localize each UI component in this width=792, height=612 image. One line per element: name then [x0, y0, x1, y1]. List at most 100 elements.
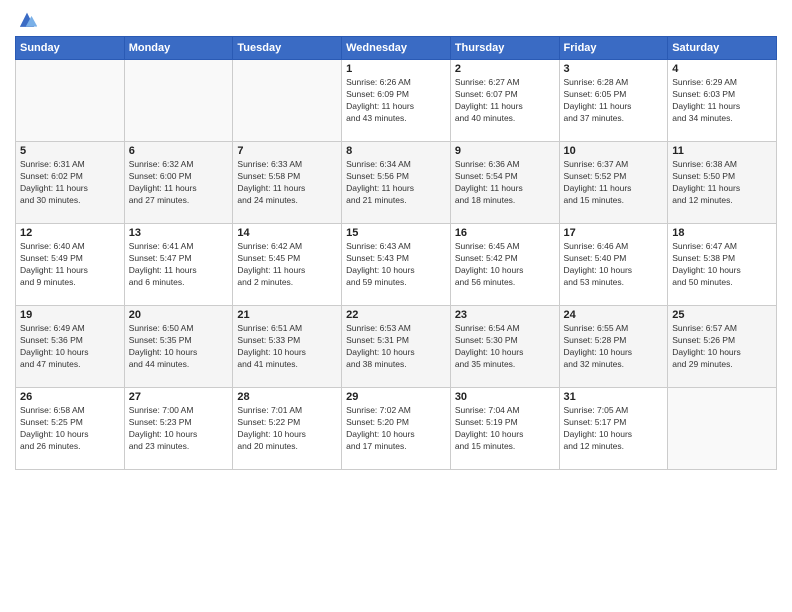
calendar-cell: 20Sunrise: 6:50 AM Sunset: 5:35 PM Dayli… [124, 306, 233, 388]
calendar-cell [16, 60, 125, 142]
day-info: Sunrise: 6:49 AM Sunset: 5:36 PM Dayligh… [20, 323, 120, 371]
calendar-cell: 8 Sunrise: 6:34 AM Sunset: 5:56 PM Daylig… [342, 142, 451, 224]
weekday-header-row: SundayMondayTuesdayWednesdayThursdayFrid… [16, 37, 777, 60]
day-number: 16 [455, 227, 555, 239]
day-number: 8 [346, 145, 446, 157]
day-info: Sunrise: 6:31 AM Sunset: 6:02 PM Dayligh… [20, 159, 120, 207]
calendar-cell: 23Sunrise: 6:54 AM Sunset: 5:30 PM Dayli… [450, 306, 559, 388]
logo-icon [17, 10, 37, 30]
day-info: Sunrise: 6:36 AM Sunset: 5:54 PM Dayligh… [455, 159, 555, 207]
day-info: Sunrise: 7:05 AM Sunset: 5:17 PM Dayligh… [564, 405, 664, 453]
logo [15, 10, 37, 30]
day-info: Sunrise: 6:58 AM Sunset: 5:25 PM Dayligh… [20, 405, 120, 453]
day-number: 27 [129, 391, 229, 403]
calendar-cell: 4 Sunrise: 6:29 AM Sunset: 6:03 PM Daylig… [668, 60, 777, 142]
calendar-cell: 19Sunrise: 6:49 AM Sunset: 5:36 PM Dayli… [16, 306, 125, 388]
weekday-header-wednesday: Wednesday [342, 37, 451, 60]
day-info: Sunrise: 6:27 AM Sunset: 6:07 PM Dayligh… [455, 77, 555, 125]
day-info: Sunrise: 6:26 AM Sunset: 6:09 PM Dayligh… [346, 77, 446, 125]
calendar-cell: 26 Sunrise: 6:58 AM Sunset: 5:25 PM Dayli… [16, 388, 125, 470]
day-number: 4 [672, 63, 772, 75]
calendar-cell: 10 Sunrise: 6:37 AM Sunset: 5:52 PM Dayli… [559, 142, 668, 224]
calendar-table: SundayMondayTuesdayWednesdayThursdayFrid… [15, 36, 777, 470]
day-info: Sunrise: 6:53 AM Sunset: 5:31 PM Dayligh… [346, 323, 446, 371]
weekday-header-friday: Friday [559, 37, 668, 60]
day-info: Sunrise: 6:29 AM Sunset: 6:03 PM Dayligh… [672, 77, 772, 125]
calendar-cell: 2 Sunrise: 6:27 AM Sunset: 6:07 PM Daylig… [450, 60, 559, 142]
day-info: Sunrise: 6:40 AM Sunset: 5:49 PM Dayligh… [20, 241, 120, 289]
calendar-cell: 17 Sunrise: 6:46 AM Sunset: 5:40 PM Dayli… [559, 224, 668, 306]
day-number: 26 [20, 391, 120, 403]
calendar-cell: 21 Sunrise: 6:51 AM Sunset: 5:33 PM Dayli… [233, 306, 342, 388]
day-number: 6 [129, 145, 229, 157]
calendar-cell: 9 Sunrise: 6:36 AM Sunset: 5:54 PM Daylig… [450, 142, 559, 224]
day-number: 29 [346, 391, 446, 403]
day-number: 12 [20, 227, 120, 239]
calendar-cell: 29 Sunrise: 7:02 AM Sunset: 5:20 PM Dayli… [342, 388, 451, 470]
day-number: 2 [455, 63, 555, 75]
day-number: 3 [564, 63, 664, 75]
day-info: Sunrise: 6:54 AM Sunset: 5:30 PM Dayligh… [455, 323, 555, 371]
day-number: 11 [672, 145, 772, 157]
day-info: Sunrise: 6:51 AM Sunset: 5:33 PM Dayligh… [237, 323, 337, 371]
day-number: 17 [564, 227, 664, 239]
day-number: 13 [129, 227, 229, 239]
day-info: Sunrise: 7:04 AM Sunset: 5:19 PM Dayligh… [455, 405, 555, 453]
calendar-cell [124, 60, 233, 142]
day-number: 28 [237, 391, 337, 403]
day-info: Sunrise: 6:28 AM Sunset: 6:05 PM Dayligh… [564, 77, 664, 125]
weekday-header-saturday: Saturday [668, 37, 777, 60]
day-number: 9 [455, 145, 555, 157]
day-number: 7 [237, 145, 337, 157]
calendar-week-row: 5 Sunrise: 6:31 AM Sunset: 6:02 PM Daylig… [16, 142, 777, 224]
day-info: Sunrise: 6:32 AM Sunset: 6:00 PM Dayligh… [129, 159, 229, 207]
day-info: Sunrise: 6:55 AM Sunset: 5:28 PM Dayligh… [564, 323, 664, 371]
calendar-cell: 31 Sunrise: 7:05 AM Sunset: 5:17 PM Dayli… [559, 388, 668, 470]
page-header [15, 10, 777, 30]
day-info: Sunrise: 6:45 AM Sunset: 5:42 PM Dayligh… [455, 241, 555, 289]
calendar-cell: 6 Sunrise: 6:32 AM Sunset: 6:00 PM Daylig… [124, 142, 233, 224]
calendar-cell: 30 Sunrise: 7:04 AM Sunset: 5:19 PM Dayli… [450, 388, 559, 470]
calendar-cell: 28 Sunrise: 7:01 AM Sunset: 5:22 PM Dayli… [233, 388, 342, 470]
day-info: Sunrise: 7:02 AM Sunset: 5:20 PM Dayligh… [346, 405, 446, 453]
calendar-cell: 13Sunrise: 6:41 AM Sunset: 5:47 PM Dayli… [124, 224, 233, 306]
calendar-week-row: 26 Sunrise: 6:58 AM Sunset: 5:25 PM Dayli… [16, 388, 777, 470]
day-number: 1 [346, 63, 446, 75]
calendar-cell: 25 Sunrise: 6:57 AM Sunset: 5:26 PM Dayli… [668, 306, 777, 388]
day-info: Sunrise: 6:34 AM Sunset: 5:56 PM Dayligh… [346, 159, 446, 207]
day-info: Sunrise: 7:00 AM Sunset: 5:23 PM Dayligh… [129, 405, 229, 453]
calendar-cell [233, 60, 342, 142]
weekday-header-thursday: Thursday [450, 37, 559, 60]
calendar-cell: 14Sunrise: 6:42 AM Sunset: 5:45 PM Dayli… [233, 224, 342, 306]
day-info: Sunrise: 6:38 AM Sunset: 5:50 PM Dayligh… [672, 159, 772, 207]
weekday-header-tuesday: Tuesday [233, 37, 342, 60]
day-info: Sunrise: 6:46 AM Sunset: 5:40 PM Dayligh… [564, 241, 664, 289]
day-number: 10 [564, 145, 664, 157]
calendar-cell: 3 Sunrise: 6:28 AM Sunset: 6:05 PM Daylig… [559, 60, 668, 142]
day-info: Sunrise: 7:01 AM Sunset: 5:22 PM Dayligh… [237, 405, 337, 453]
day-number: 5 [20, 145, 120, 157]
calendar-week-row: 19Sunrise: 6:49 AM Sunset: 5:36 PM Dayli… [16, 306, 777, 388]
calendar-cell: 18Sunrise: 6:47 AM Sunset: 5:38 PM Dayli… [668, 224, 777, 306]
calendar-cell: 5 Sunrise: 6:31 AM Sunset: 6:02 PM Daylig… [16, 142, 125, 224]
day-number: 25 [672, 309, 772, 321]
day-number: 31 [564, 391, 664, 403]
day-info: Sunrise: 6:33 AM Sunset: 5:58 PM Dayligh… [237, 159, 337, 207]
day-number: 18 [672, 227, 772, 239]
calendar-cell: 24 Sunrise: 6:55 AM Sunset: 5:28 PM Dayli… [559, 306, 668, 388]
calendar-week-row: 1 Sunrise: 6:26 AM Sunset: 6:09 PM Daylig… [16, 60, 777, 142]
calendar-cell: 1 Sunrise: 6:26 AM Sunset: 6:09 PM Daylig… [342, 60, 451, 142]
day-number: 21 [237, 309, 337, 321]
calendar-cell: 7 Sunrise: 6:33 AM Sunset: 5:58 PM Daylig… [233, 142, 342, 224]
day-number: 15 [346, 227, 446, 239]
page-container: SundayMondayTuesdayWednesdayThursdayFrid… [0, 0, 792, 475]
day-info: Sunrise: 6:37 AM Sunset: 5:52 PM Dayligh… [564, 159, 664, 207]
day-info: Sunrise: 6:57 AM Sunset: 5:26 PM Dayligh… [672, 323, 772, 371]
day-number: 30 [455, 391, 555, 403]
day-number: 14 [237, 227, 337, 239]
calendar-cell: 22Sunrise: 6:53 AM Sunset: 5:31 PM Dayli… [342, 306, 451, 388]
weekday-header-monday: Monday [124, 37, 233, 60]
calendar-week-row: 12 Sunrise: 6:40 AM Sunset: 5:49 PM Dayli… [16, 224, 777, 306]
day-number: 24 [564, 309, 664, 321]
calendar-cell: 11 Sunrise: 6:38 AM Sunset: 5:50 PM Dayli… [668, 142, 777, 224]
